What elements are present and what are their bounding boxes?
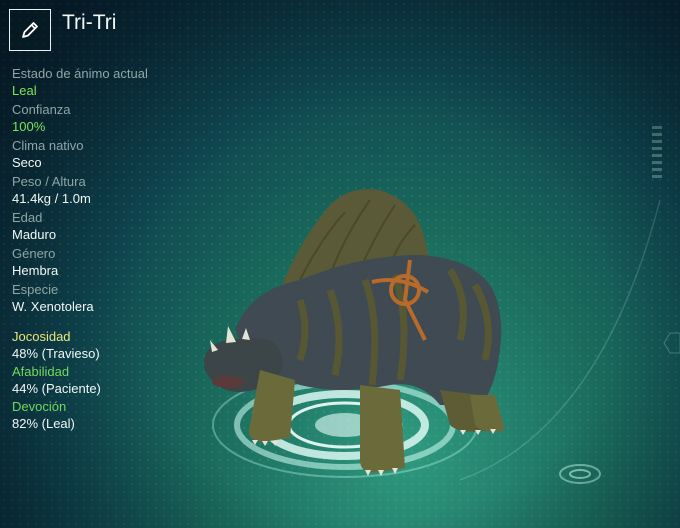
stat-label: Estado de ánimo actual [12,66,148,81]
creature-stats-panel: Estado de ánimo actual Leal Confianza 10… [12,66,202,318]
trait-value: 44% (Paciente) [12,381,101,396]
stat-value: 100% [12,119,46,134]
trait-label: Jocosidad [12,329,71,344]
stat-label: Peso / Altura [12,174,86,189]
stat-gender: Género Hembra [12,246,202,279]
stat-value: 41.4kg / 1.0m [12,191,91,206]
personality-traits-panel: Jocosidad 48% (Travieso) Afabilidad 44% … [12,329,101,434]
pencil-icon [22,22,38,38]
stat-label: Clima nativo [12,138,84,153]
stat-climate: Clima nativo Seco [12,138,202,171]
stat-label: Género [12,246,56,261]
trait-value: 48% (Travieso) [12,346,100,361]
stat-value: W. Xenotolera [12,299,94,314]
trait-label: Devoción [12,399,67,414]
creature-name: Tri-Tri [62,11,117,34]
stat-label: Especie [12,282,59,297]
trait-devotion: Devoción 82% (Leal) [12,399,101,432]
stat-species: Especie W. Xenotolera [12,282,202,315]
edit-name-button[interactable] [9,9,51,51]
stat-weight-height: Peso / Altura 41.4kg / 1.0m [12,174,202,207]
stat-mood: Estado de ánimo actual Leal [12,66,202,99]
stat-value: Leal [12,83,37,98]
trait-value: 82% (Leal) [12,416,75,431]
trait-label: Afabilidad [12,364,70,379]
creature-header: Tri-Tri [9,9,116,51]
stat-label: Confianza [12,102,71,117]
trait-playfulness: Jocosidad 48% (Travieso) [12,329,101,362]
stat-label: Edad [12,210,43,225]
stat-value: Hembra [12,263,59,278]
stat-trust: Confianza 100% [12,102,202,135]
trait-gentleness: Afabilidad 44% (Paciente) [12,364,101,397]
stat-value: Maduro [12,227,57,242]
stat-value: Seco [12,155,42,170]
stat-age: Edad Maduro [12,210,202,243]
